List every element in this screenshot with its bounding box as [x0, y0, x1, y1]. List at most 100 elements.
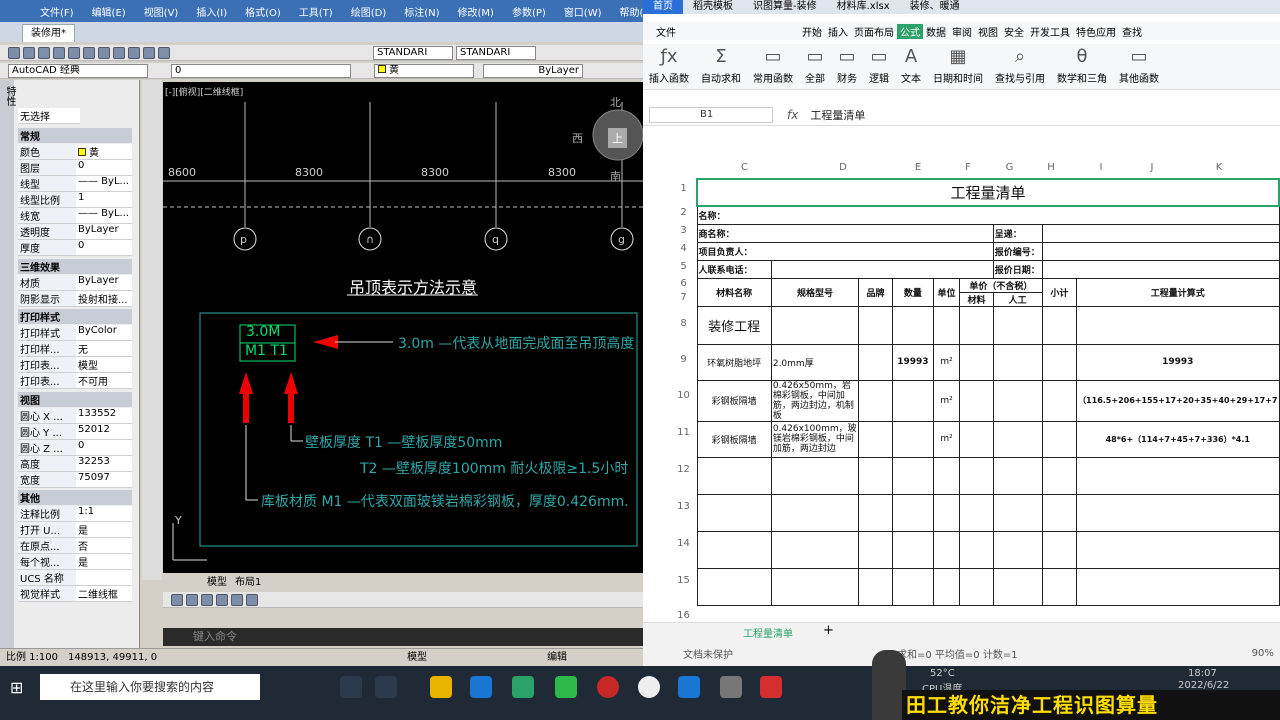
datetime-button[interactable]: ▦ 日期和时间 — [927, 44, 989, 89]
prop-row[interactable]: 圆心 Y ... 52012 — [18, 424, 132, 440]
tool-icon[interactable] — [171, 593, 183, 606]
other-functions-button[interactable]: ▭ 其他函数 — [1113, 44, 1165, 89]
row9-spec[interactable]: 2.0mm厚 — [770, 343, 860, 381]
workspace-select[interactable]: AutoCAD 经典 — [8, 63, 148, 78]
tab-other[interactable]: 装修、暖通 — [900, 0, 970, 14]
selection-select[interactable]: 无选择 — [18, 108, 80, 124]
col-header[interactable]: G — [993, 162, 1026, 173]
zoom-icon[interactable] — [158, 46, 170, 59]
cad-app-icon[interactable] — [720, 676, 742, 698]
cell[interactable] — [770, 259, 994, 279]
menu-item[interactable]: 视图(V) — [135, 4, 188, 19]
row-header[interactable]: 6 — [671, 278, 696, 289]
autocad-icon[interactable] — [760, 676, 782, 698]
prop-row[interactable]: 透明度 ByLayer — [18, 224, 132, 240]
hdr-qty[interactable]: 数量 — [891, 277, 934, 307]
cell[interactable] — [959, 567, 994, 606]
row-header[interactable]: 14 — [671, 538, 696, 549]
text-button[interactable]: A 文本 — [895, 44, 927, 89]
cell[interactable] — [891, 493, 934, 532]
section-plot[interactable]: 打印样式 — [18, 309, 132, 324]
sheet-title[interactable]: 工程量清单 — [696, 178, 1280, 207]
prop-row[interactable]: 视觉样式 二维线框 — [18, 586, 132, 602]
col-header[interactable]: H — [1026, 162, 1076, 173]
cell[interactable] — [932, 456, 961, 495]
doc-protect-status[interactable]: 文档未保护 — [683, 646, 733, 661]
cell[interactable] — [858, 343, 893, 381]
taskbar-search[interactable]: 在这里输入你要搜索的内容 — [40, 674, 260, 700]
row11-spec[interactable]: 0.426x100mm，玻镁岩棉彩钢板，中间加筋，两边封边 — [770, 420, 860, 458]
row9-name[interactable]: 环氧树脂地坪 — [696, 343, 772, 381]
store-icon[interactable] — [470, 676, 492, 698]
row11-formula[interactable]: 48*6+（114+7+45+7+336）*4.1 — [1076, 420, 1280, 458]
cell[interactable] — [770, 530, 860, 569]
dim-style-select[interactable]: STANDARI — [456, 45, 536, 60]
cell[interactable] — [992, 567, 1043, 606]
prop-row[interactable]: 线宽 —— ByL... — [18, 208, 132, 224]
cell-submit[interactable]: 呈递： — [992, 223, 1043, 243]
cell[interactable] — [1041, 456, 1078, 495]
prop-row[interactable]: 线型 —— ByL... — [18, 176, 132, 192]
cell[interactable] — [770, 456, 860, 495]
hdr-material[interactable]: 材料名称 — [696, 277, 772, 307]
row9-unit[interactable]: m² — [932, 343, 961, 381]
row-header[interactable]: 12 — [671, 464, 696, 475]
cortana-icon[interactable] — [340, 676, 362, 698]
menu-item[interactable]: 参数(P) — [503, 4, 555, 19]
ribbon-tab[interactable]: 开始 — [799, 24, 825, 39]
row-header[interactable]: 11 — [671, 427, 696, 438]
cell[interactable] — [992, 379, 1043, 422]
tab-xlsx[interactable]: 材料库.xlsx — [827, 0, 900, 14]
cell[interactable] — [1076, 305, 1280, 345]
ribbon-tab[interactable]: 查找 — [1119, 24, 1145, 39]
chrome-icon[interactable] — [638, 676, 660, 698]
add-sheet-icon[interactable]: + — [823, 623, 834, 638]
cell[interactable] — [959, 305, 994, 345]
hdr-unit[interactable]: 单位 — [932, 277, 961, 307]
cell[interactable] — [858, 493, 893, 532]
prop-row[interactable]: 每个视... 是 — [18, 554, 132, 570]
cell-name[interactable]: 名称： — [696, 205, 1280, 225]
menu-item[interactable]: 插入(I) — [187, 4, 236, 19]
undo-icon[interactable] — [113, 46, 125, 59]
drawing-canvas[interactable]: [-][俯视][二维线框] 8600 8300 8300 8300 p ∩ q … — [163, 82, 643, 573]
menu-item[interactable]: 窗口(W) — [555, 4, 611, 19]
tool-icon[interactable] — [216, 593, 228, 606]
prop-row[interactable]: 打印样... 无 — [18, 341, 132, 357]
hdr-labor[interactable]: 人工 — [992, 291, 1043, 307]
prop-row[interactable]: 圆心 Z ... 0 — [18, 440, 132, 456]
fx-icon[interactable]: fx — [787, 108, 798, 122]
section-decor[interactable]: 装修工程 — [696, 305, 772, 345]
ribbon-tab[interactable]: 安全 — [1001, 24, 1027, 39]
color-select[interactable]: 黄 — [374, 63, 474, 78]
tab-layout1[interactable]: 布局1 — [235, 573, 261, 588]
prop-row[interactable]: 打开 U... 是 — [18, 522, 132, 538]
recorder-icon[interactable] — [597, 676, 619, 698]
cell-phone[interactable]: 人联系电话： — [696, 259, 772, 279]
ribbon-tab[interactable]: 数据 — [923, 24, 949, 39]
windows-start-icon[interactable]: ⊞ — [10, 678, 23, 697]
ribbon-tab-formula[interactable]: 公式 — [897, 23, 923, 39]
zoom-level[interactable]: 90% — [1252, 648, 1274, 659]
ribbon-tab[interactable]: 视图 — [975, 24, 1001, 39]
tab-model[interactable]: 模型 — [207, 573, 227, 588]
row-header[interactable]: 16 — [671, 610, 696, 621]
menu-item[interactable]: 修改(M) — [449, 4, 503, 19]
section-view[interactable]: 视图 — [18, 392, 132, 407]
col-header[interactable]: K — [1178, 162, 1260, 173]
cell[interactable] — [891, 379, 934, 422]
row-header[interactable]: 8 — [671, 318, 696, 329]
lookup-button[interactable]: ⌕ 查找与引用 — [989, 44, 1051, 89]
cell[interactable] — [992, 530, 1043, 569]
ribbon-tab[interactable]: 页面布局 — [851, 24, 897, 39]
cell[interactable] — [770, 305, 860, 345]
hdr-spec[interactable]: 规格型号 — [770, 277, 860, 307]
cell[interactable] — [696, 567, 772, 606]
cell[interactable] — [959, 456, 994, 495]
ribbon-tab[interactable]: 审阅 — [949, 24, 975, 39]
prop-row[interactable]: 打印表... 不可用 — [18, 373, 132, 389]
logic-button[interactable]: ▭ 逻辑 — [863, 44, 895, 89]
row10-spec[interactable]: 0.426x50mm，岩棉彩钢板，中间加筋，两边封边，机制板 — [770, 379, 860, 422]
task-view-icon[interactable] — [375, 676, 397, 698]
hdr-subtotal[interactable]: 小计 — [1041, 277, 1078, 307]
